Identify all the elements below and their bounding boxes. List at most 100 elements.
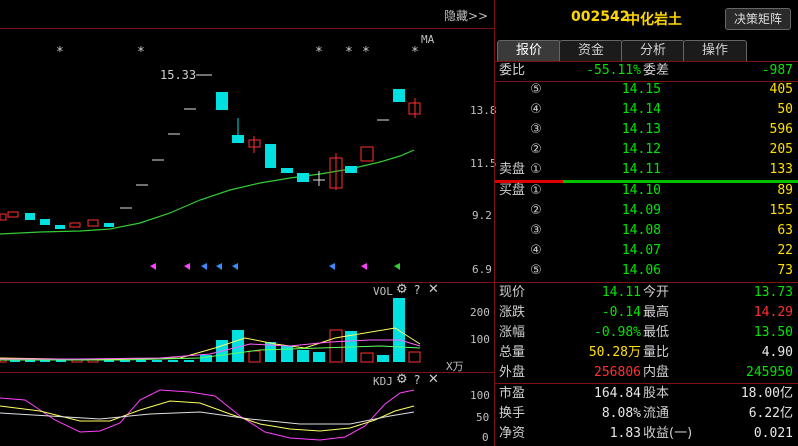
kdj-close-icon[interactable]: ✕ [428,372,439,387]
candle [25,213,35,220]
candle [345,166,357,173]
stat-label: 收益(一) [643,426,693,441]
candle [87,219,99,227]
sell-volume: 50 [777,102,793,117]
sell-label: 卖盘 [499,162,526,177]
stock-name: 中化岩土 [626,12,682,28]
sell-price: 14.15 [621,82,661,97]
price-tick: 9.2 [472,209,492,222]
chart-area[interactable]: 隐藏>> MA * * * * * * 15.33 13.8 11.5 9.2 … [0,0,497,446]
vol-gear-icon[interactable]: ⚙ [396,282,408,297]
candle [104,223,114,227]
level-badge: ⑤ [530,82,542,97]
sell-row-3[interactable]: ③ 14.13 596 [495,120,798,140]
stat-row: 现价 14.11 今开 13.73 [495,283,798,303]
event-marker: * [345,45,353,60]
stat-row: 总量 50.28万 量比 4.90 [495,343,798,363]
buy-volume: 89 [777,183,793,198]
stat-label: 外盘 [499,365,526,380]
sell-row-2[interactable]: ② 14.12 205 [495,140,798,160]
stat-value: 6.22亿 [748,406,793,421]
level-badge: ② [530,142,542,157]
sell-price: 14.13 [621,122,661,137]
weibi-label: 委比 [499,63,526,78]
stat-value: 0.021 [753,426,793,441]
vol-tick: 200 [470,306,490,319]
high-marker-label: 15.33 [160,68,197,82]
sell-row-4[interactable]: ④ 14.14 50 [495,100,798,120]
vol-close-icon[interactable]: ✕ [428,282,439,297]
buy-row-5[interactable]: ⑤ 14.06 73 [495,261,798,281]
tab-quote[interactable]: 报价 [497,40,561,61]
kdj-tick: 100 [470,389,490,402]
stat-label: 净资 [499,426,526,441]
candle [0,213,7,221]
buy-price: 14.08 [621,223,661,238]
buy-volume: 22 [777,243,793,258]
candle [232,135,244,143]
level-badge: ① [530,183,542,198]
sell-row-1[interactable]: 卖盘 ① 14.11 133 [495,160,798,180]
tab-analysis[interactable]: 分析 [621,40,685,61]
stat-label: 量比 [643,345,670,360]
kdj-tick: 50 [476,411,490,424]
stat-label: 股本 [643,386,670,401]
candles [0,74,421,229]
event-marker: * [411,45,419,60]
stat-label: 现价 [499,285,526,300]
kdj-gear-icon[interactable]: ⚙ [396,372,408,387]
tab-operation[interactable]: 操作 [683,40,747,61]
level-badge: ① [530,162,542,177]
fundamental-row: 市盈 164.84 股本 18.00亿 [495,384,798,404]
event-marker: * [137,45,145,60]
tab-funds[interactable]: 资金 [559,40,623,61]
buy-row-2[interactable]: ② 14.09 155 [495,201,798,221]
ma-line [0,149,415,235]
buy-price: 14.06 [621,263,661,278]
stat-row: 涨跌 -0.14 最高 14.29 [495,303,798,323]
decision-matrix-button[interactable]: 决策矩阵 [725,8,791,30]
buy-row-3[interactable]: ③ 14.08 63 [495,221,798,241]
stat-label: 今开 [643,285,670,300]
sell-volume: 205 [769,142,793,157]
level-badge: ② [530,203,542,218]
stock-code: 002542 [571,9,630,25]
buy-row-4[interactable]: ④ 14.07 22 [495,241,798,261]
candle [216,92,228,110]
hide-panel-link[interactable]: 隐藏>> [444,7,488,24]
vol-label: VOL [373,285,393,298]
candle [69,222,81,228]
stat-label: 市盈 [499,386,526,401]
buy-volume: 73 [777,263,793,278]
event-marker: * [56,45,64,60]
buy-row-1[interactable]: 买盘 ① 14.10 89 [495,181,798,201]
level-badge: ④ [530,243,542,258]
buy-price: 14.07 [621,243,661,258]
buy-price: 14.09 [621,203,661,218]
stat-label: 内盘 [643,365,670,380]
event-marker: * [315,45,323,60]
candle [360,146,374,162]
weibi-row: 委比 -55.11% 委差 -987 [495,61,798,81]
sell-volume: 596 [769,122,793,137]
candle [265,144,276,168]
stat-label: 最高 [643,305,670,320]
buy-price: 14.10 [621,183,661,198]
stat-value: 50.28万 [588,345,641,360]
event-marker: * [362,45,370,60]
vol-help-icon[interactable]: ? [414,283,420,297]
stat-row: 外盘 256806 内盘 245950 [495,363,798,383]
kdj-k-line [0,411,415,425]
stat-value: 4.90 [761,345,793,360]
kdj-help-icon[interactable]: ? [414,373,420,387]
signal-markers [150,263,400,270]
stat-value: 245950 [746,365,793,380]
stat-value: 8.08% [601,406,641,421]
candle [297,173,309,182]
buy-volume: 155 [769,203,793,218]
weicha-label: 委差 [643,63,670,78]
sell-row-5[interactable]: ⑤ 14.15 405 [495,80,798,100]
sell-price: 14.12 [621,142,661,157]
stat-label: 总量 [499,345,526,360]
stat-value: -0.14 [601,305,641,320]
